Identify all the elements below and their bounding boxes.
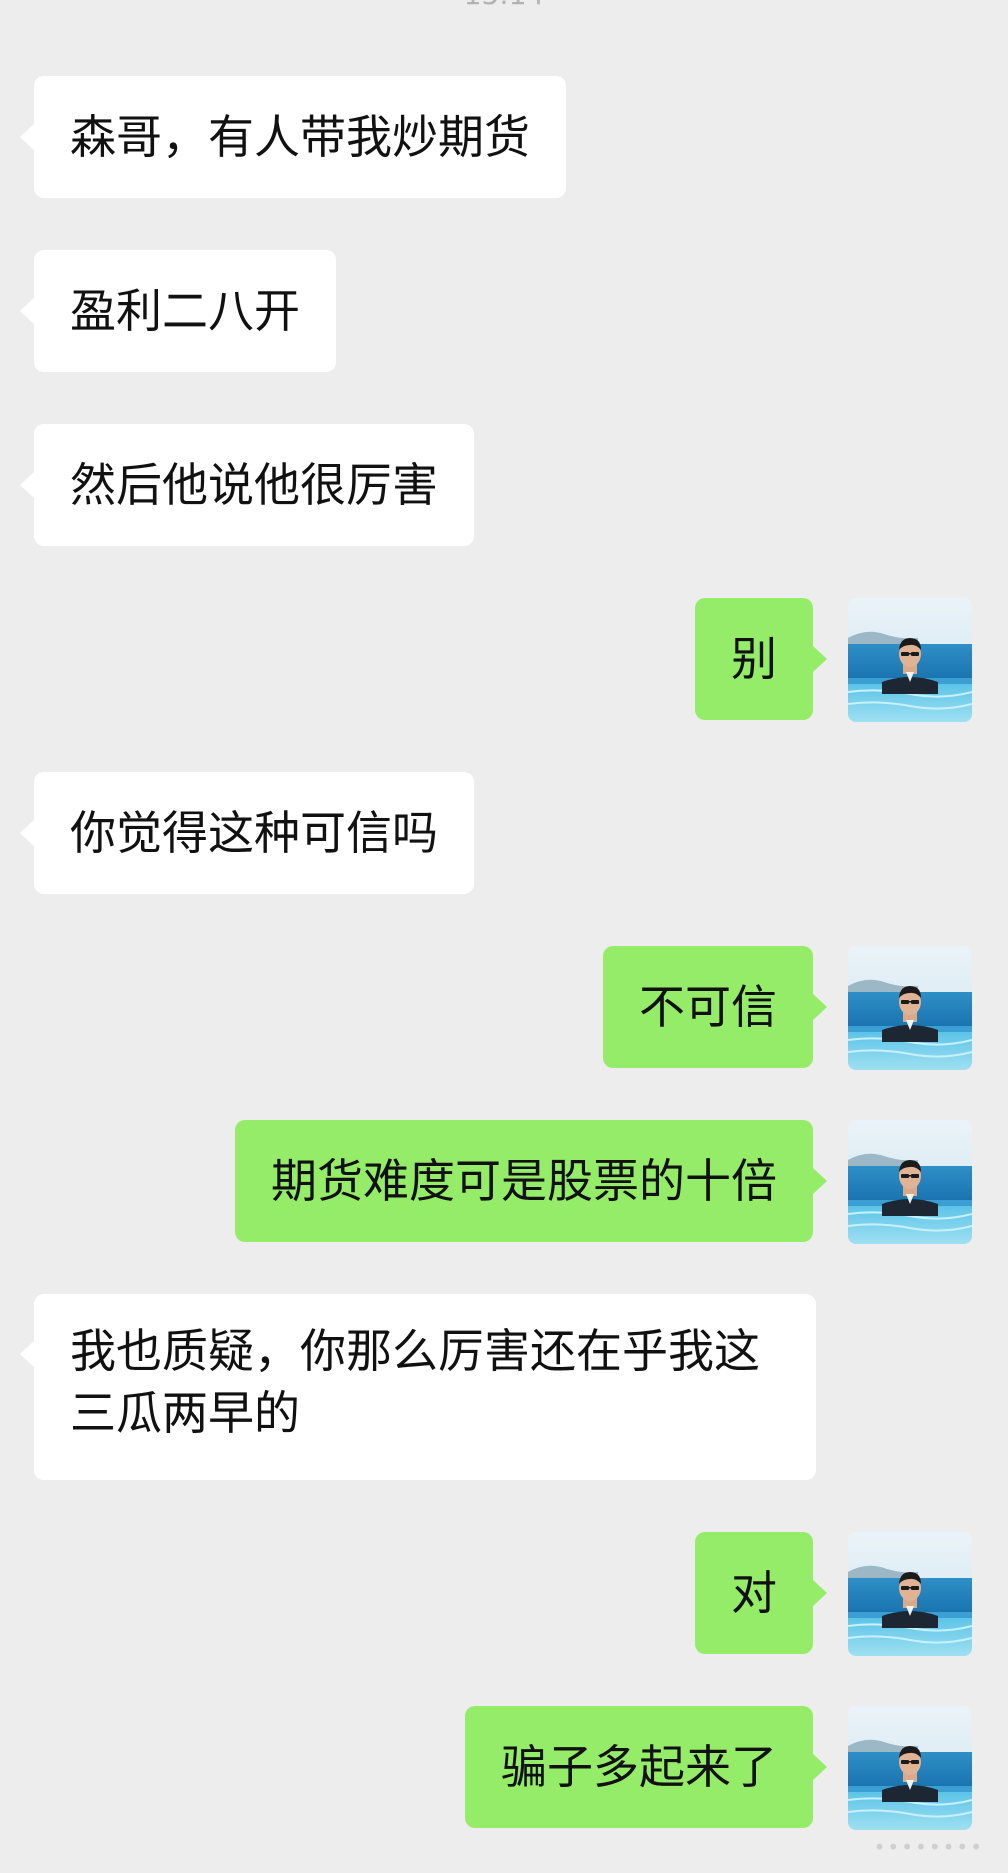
message-bubble-outgoing[interactable]: 对 [695,1532,827,1654]
message-bubble-incoming[interactable]: 你觉得这种可信吗 [20,772,474,894]
chat-timestamp: 15:14 [0,0,1008,11]
message-bubble-incoming[interactable]: 森哥，有人带我炒期货 [20,76,566,198]
message-bubble-outgoing[interactable]: 骗子多起来了 [465,1706,827,1828]
message-bubble-incoming[interactable]: 我也质疑，你那么厉害还在乎我这三瓜两早的 [20,1294,816,1480]
message-bubble-outgoing[interactable]: 不可信 [603,946,827,1068]
message-bubble-outgoing[interactable]: 期货难度可是股票的十倍 [235,1120,827,1242]
avatar-icon[interactable] [848,1120,972,1244]
avatar-icon[interactable] [848,946,972,1070]
avatar-icon[interactable] [848,598,972,722]
message-bubble-incoming[interactable]: 然后他说他很厉害 [20,424,474,546]
avatar-icon[interactable] [848,1532,972,1656]
scroll-dots-icon: •••••••• [873,1835,984,1859]
message-bubble-outgoing[interactable]: 别 [695,598,827,720]
message-bubble-incoming[interactable]: 盈利二八开 [20,250,336,372]
avatar-icon[interactable] [848,1706,972,1830]
chat-area[interactable]: 15:14 森哥，有人带我炒期货 盈利二八开 然后他说他很厉害 别 你觉得这种可… [0,0,1008,1873]
